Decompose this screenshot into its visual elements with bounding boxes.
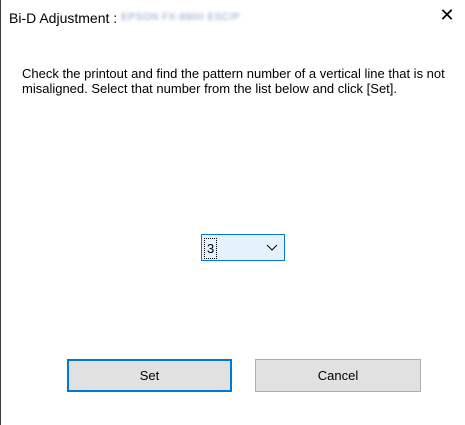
set-button[interactable]: Set: [67, 359, 232, 392]
window-title-label: Bi-D Adjustment :: [9, 10, 118, 26]
window-title: Bi-D Adjustment : EPSON FX-890II ESC/P: [9, 10, 240, 26]
close-icon: ✕: [439, 4, 455, 25]
instruction-text: Check the printout and find the pattern …: [22, 66, 445, 96]
pattern-number-value: 3: [204, 238, 218, 259]
title-bar[interactable]: Bi-D Adjustment : EPSON FX-890II ESC/P ✕: [1, 0, 465, 30]
printer-name-obscured: EPSON FX-890II ESC/P: [121, 12, 241, 23]
cancel-button[interactable]: Cancel: [255, 359, 421, 392]
bi-d-adjustment-dialog: Bi-D Adjustment : EPSON FX-890II ESC/P ✕…: [0, 0, 465, 425]
close-button[interactable]: ✕: [429, 0, 465, 30]
chevron-down-icon: [266, 244, 278, 251]
pattern-number-select[interactable]: 3: [201, 234, 285, 261]
